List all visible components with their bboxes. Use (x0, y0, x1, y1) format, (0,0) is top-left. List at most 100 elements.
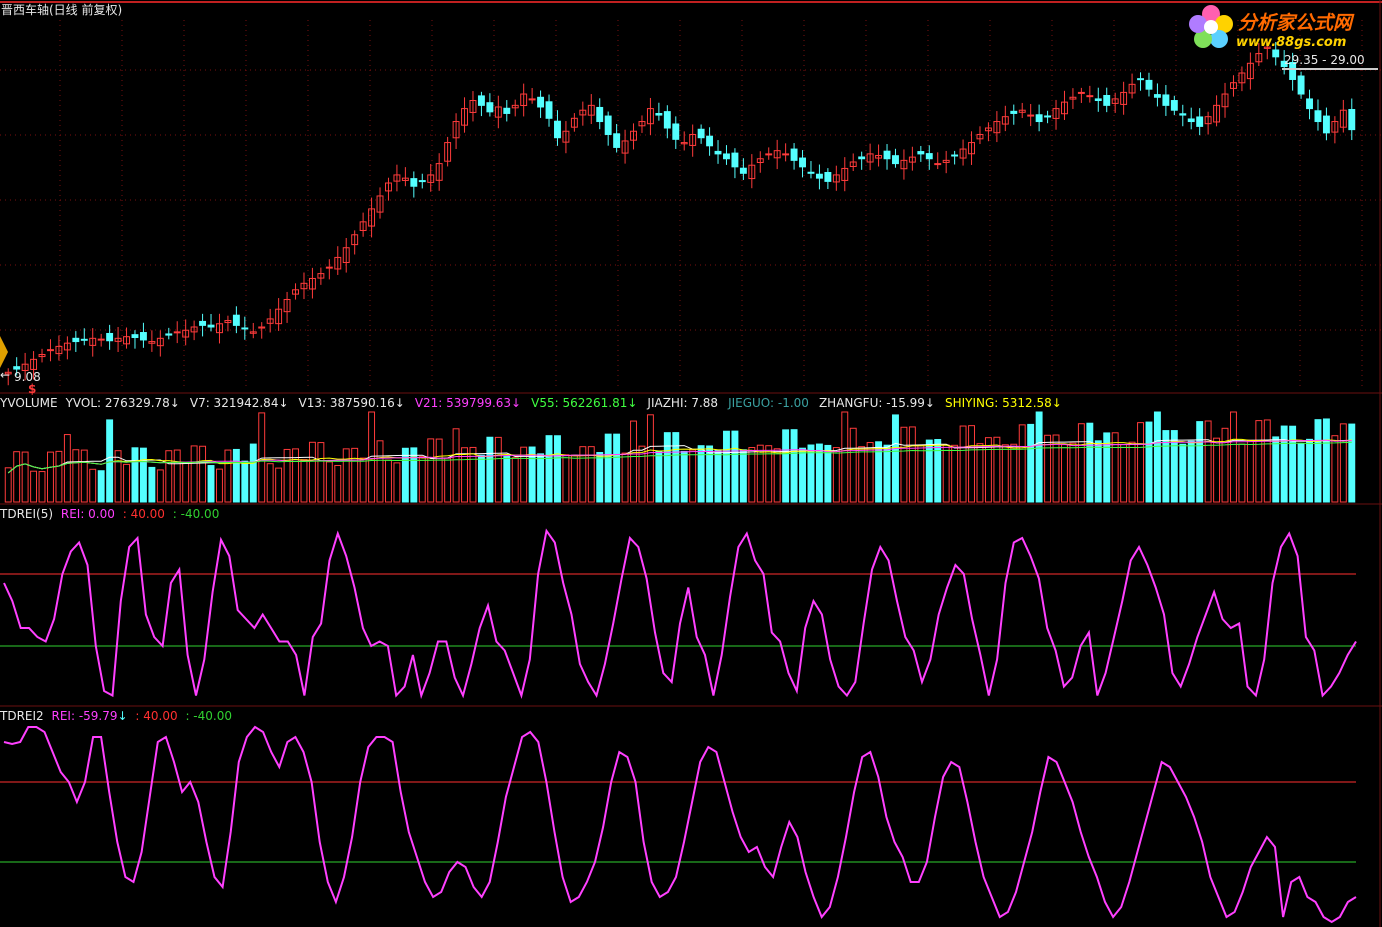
flower-icon (1189, 5, 1233, 48)
volume-bar (672, 432, 680, 503)
volume-bar (410, 447, 418, 503)
candle-body (207, 324, 215, 328)
volume-bar (1027, 423, 1035, 503)
volume-bar (1272, 436, 1280, 503)
volume-indicator-name: YVOLUME (0, 396, 58, 410)
volume-legend-item: ZHANGFU: -15.99↓ (818, 396, 935, 410)
volume-bar (900, 426, 908, 503)
candle-body (241, 327, 249, 330)
volume-bar (968, 425, 975, 503)
volume-bar (596, 451, 604, 503)
volume-legend-item: V7: 321942.84↓ (189, 396, 289, 410)
volume-bar (435, 438, 443, 503)
volume-bar (714, 449, 722, 503)
volume-bar (207, 465, 215, 503)
candle-body (97, 338, 105, 341)
candle-body (1314, 110, 1322, 123)
volume-bar (97, 470, 105, 503)
volume-bar (1179, 443, 1187, 503)
rei2-indicator-name: TDREI2 (0, 709, 44, 723)
candle-body (934, 163, 942, 166)
volume-bar (385, 459, 392, 503)
candle-body (47, 349, 54, 352)
candle-body (739, 167, 747, 174)
candle-body (1187, 118, 1195, 123)
volume-bar (1289, 425, 1297, 503)
volume-bar (1230, 411, 1237, 503)
volume-bar (266, 463, 274, 503)
candle-body (139, 332, 147, 341)
volume-bar (216, 468, 223, 503)
volume-bar (790, 429, 798, 503)
volume-bar (131, 447, 139, 503)
volume-bar (951, 444, 959, 503)
candle-body (672, 123, 680, 140)
candle-body (604, 115, 612, 135)
volume-bar (461, 447, 468, 503)
candle-body (892, 155, 899, 165)
volume-bar (1322, 418, 1330, 503)
candle-body (72, 337, 80, 343)
volume-bar (241, 460, 249, 503)
candle-body (418, 180, 426, 183)
candle-body (807, 171, 815, 174)
volume-bar (1044, 434, 1052, 503)
volume-legend-item: JIEGUO: -1.00 (728, 396, 809, 410)
low-price-marker: $ (28, 382, 37, 396)
volume-bar (934, 439, 942, 503)
volume-bar (38, 471, 46, 503)
volume-bar (1069, 442, 1077, 503)
volume-bar (275, 467, 283, 503)
volume-bar (554, 435, 561, 503)
volume-bar (477, 454, 485, 503)
volume-bar (655, 450, 663, 503)
rei2-legend: TDREI2 REI: -59.79↓ : 40.00 : -40.00 (0, 709, 232, 723)
candle-body (80, 338, 88, 341)
candle-body (1196, 116, 1204, 127)
volume-bar (13, 451, 21, 503)
volume-bar (148, 466, 156, 503)
candle-body (13, 366, 21, 370)
volume-bar (47, 451, 54, 503)
volume-bar (258, 412, 266, 503)
candle-body (917, 151, 925, 155)
volume-bar (908, 426, 916, 503)
candle-body (782, 153, 790, 156)
volume-bar (393, 462, 401, 503)
volume-bar (342, 448, 350, 503)
candle-body (131, 334, 139, 339)
volume-bar (232, 448, 240, 503)
rei1-legend: TDREI(5) REI: 0.00 : 40.00 : -40.00 (0, 507, 219, 521)
candle-body (1153, 94, 1161, 98)
candle-body (1044, 115, 1052, 118)
volume-bar (1052, 434, 1060, 503)
volume-bar (1246, 439, 1254, 503)
candle-body (1170, 100, 1178, 111)
candle-body (596, 106, 604, 123)
volume-bar (1153, 411, 1161, 503)
volume-bar (613, 433, 621, 503)
volume-bar (427, 438, 435, 503)
candle-body (925, 153, 933, 160)
volume-bar (89, 468, 97, 503)
stock-chart[interactable] (0, 0, 1382, 927)
volume-bar (1196, 421, 1204, 503)
volume-bar (63, 434, 71, 503)
volume-bar (723, 430, 730, 503)
rei2-rei-line (3, 725, 1357, 924)
volume-bar (1339, 423, 1347, 503)
candle-body (799, 157, 806, 168)
candle-body (1297, 75, 1305, 95)
rei2-value: REI: -59.79 (51, 709, 118, 723)
volume-legend-item: V55: 562261.81↓ (531, 396, 638, 410)
candle-body (815, 173, 823, 179)
candle-body (1306, 98, 1313, 110)
rei2-lower: : -40.00 (185, 709, 232, 723)
volume-bar (748, 447, 756, 503)
volume-bar (1120, 443, 1128, 503)
volume-bar (638, 445, 646, 503)
window-title: 晋西车轴(日线 前复权) (1, 3, 123, 17)
volume-bar (1035, 411, 1043, 503)
volume-bar (190, 445, 198, 503)
candle-body (1010, 110, 1018, 114)
